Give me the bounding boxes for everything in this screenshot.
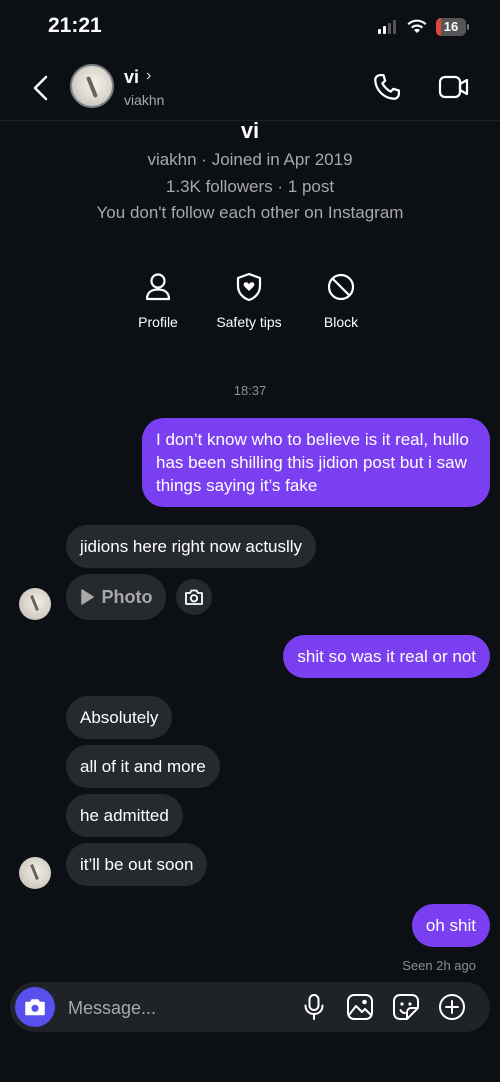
photo-label: Photo <box>101 586 153 607</box>
cellular-signal-icon <box>378 20 396 34</box>
chat-header: vi › viakhn <box>0 56 500 121</box>
contact-avatar[interactable] <box>70 64 114 108</box>
sticker-icon[interactable] <box>392 993 420 1021</box>
outgoing-message[interactable]: I don’t know who to believe is it real, … <box>142 418 490 507</box>
battery-level: 16 <box>443 19 459 34</box>
block-icon <box>327 273 355 301</box>
gallery-icon[interactable] <box>346 993 374 1021</box>
safety-tips-label: Safety tips <box>216 314 282 330</box>
seen-receipt: Seen 2h ago <box>402 958 476 973</box>
message-timestamp: 18:37 <box>233 383 267 398</box>
incoming-message[interactable]: it’ll be out soon <box>66 843 208 886</box>
sender-avatar[interactable] <box>19 857 51 889</box>
incoming-message[interactable]: all of it and more <box>66 745 220 788</box>
back-arrow-icon[interactable] <box>30 74 52 102</box>
camera-icon <box>185 589 203 605</box>
play-icon <box>80 589 94 605</box>
contact-name[interactable]: vi <box>124 67 139 88</box>
message-input[interactable] <box>66 982 290 1034</box>
battery-tip <box>467 24 469 30</box>
contact-username[interactable]: viakhn <box>124 92 164 108</box>
status-bar: 21:21 16 <box>0 0 500 56</box>
phone-call-icon[interactable] <box>372 72 402 102</box>
camera-button[interactable] <box>15 987 55 1027</box>
safety-tips-button[interactable]: Safety tips <box>204 272 294 330</box>
profile-stats: 1.3K followers · 1 post <box>165 177 335 196</box>
video-call-icon[interactable] <box>438 74 470 100</box>
profile-action-label: Profile <box>138 314 178 330</box>
profile-action-button[interactable]: Profile <box>113 272 203 330</box>
message-composer <box>10 982 490 1034</box>
profile-meta: viakhn · Joined in Apr 2019 <box>147 150 353 169</box>
outgoing-message[interactable]: shit so was it real or not <box>283 635 490 678</box>
outgoing-message[interactable]: oh shit <box>411 904 490 947</box>
chevron-right-icon[interactable]: › <box>146 67 151 85</box>
camera-icon <box>25 999 45 1016</box>
microphone-icon[interactable] <box>302 993 326 1021</box>
photo-message[interactable]: Photo <box>66 574 166 620</box>
person-icon <box>145 273 171 301</box>
reply-camera-button[interactable] <box>176 579 212 615</box>
battery-icon: 16 <box>436 18 466 36</box>
incoming-message[interactable]: Absolutely <box>66 696 173 739</box>
block-label: Block <box>323 314 359 330</box>
shield-heart-icon <box>236 272 262 302</box>
incoming-message[interactable]: jidions here right now actuslly <box>66 525 317 568</box>
profile-relation: You don't follow each other on Instagram <box>96 203 404 222</box>
wifi-icon <box>407 19 427 33</box>
block-button[interactable]: Block <box>296 272 386 330</box>
status-time: 21:21 <box>48 14 102 37</box>
profile-name: vi <box>240 118 260 143</box>
sender-avatar[interactable] <box>19 588 51 620</box>
incoming-message[interactable]: he admitted <box>66 794 183 837</box>
add-icon[interactable] <box>438 993 466 1021</box>
